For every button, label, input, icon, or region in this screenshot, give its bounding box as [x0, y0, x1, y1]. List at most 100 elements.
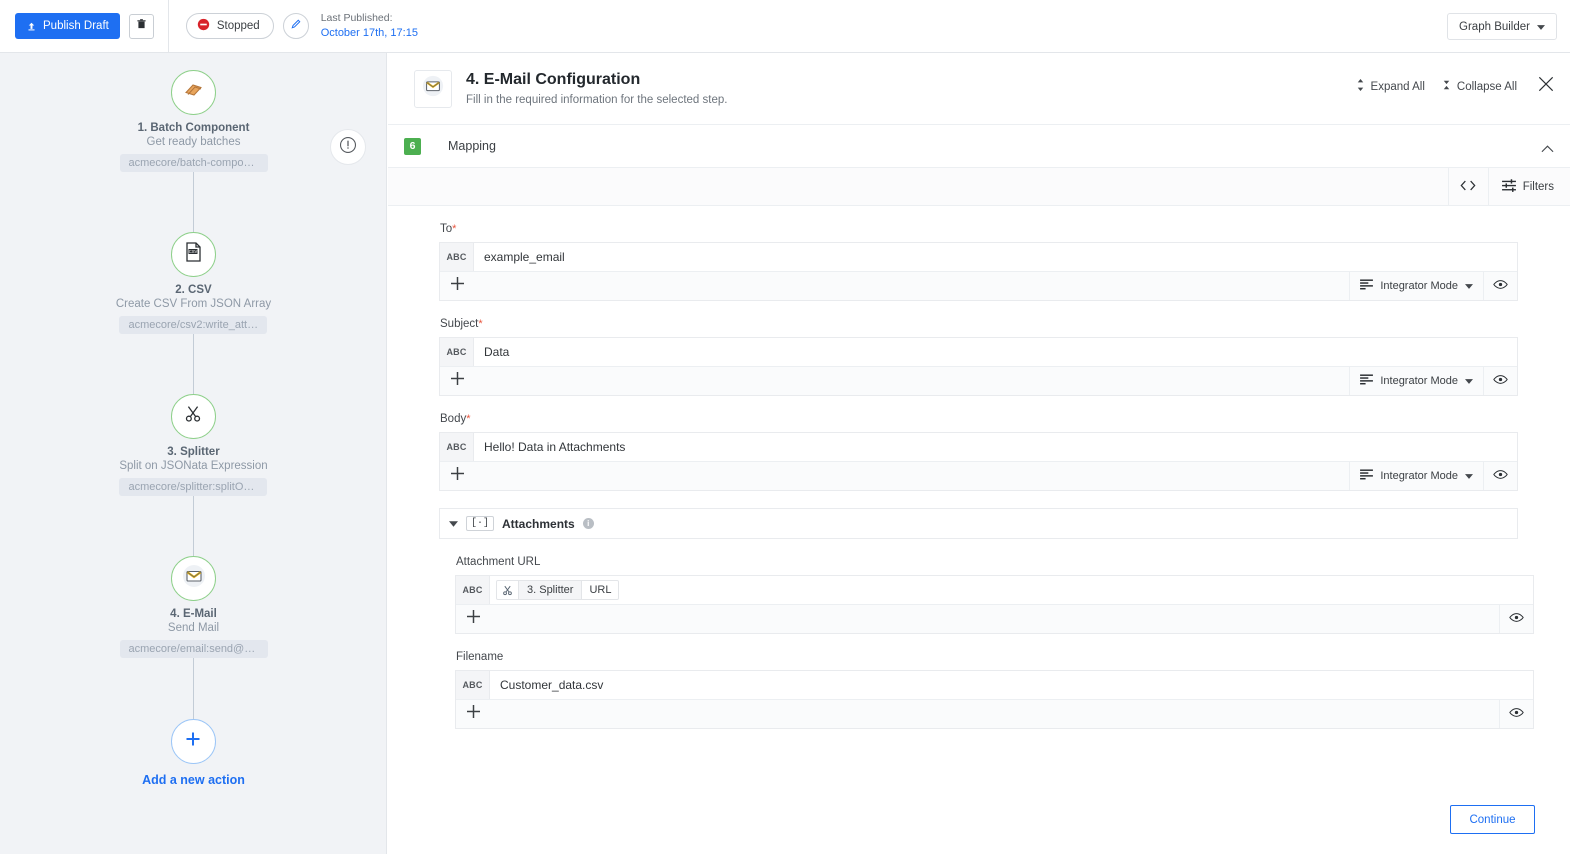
filters-label: Filters	[1522, 180, 1554, 193]
type-badge-abc[interactable]: ABC	[440, 433, 474, 461]
subject-integrator-mode-dropdown[interactable]: Integrator Mode	[1349, 367, 1483, 395]
add-action-label[interactable]: Add a new action	[142, 773, 245, 787]
flow-node-icon-circle[interactable]	[171, 556, 216, 601]
add-subject-value-button[interactable]	[440, 367, 474, 395]
close-panel-button[interactable]	[1534, 76, 1554, 97]
flow-node-splitter[interactable]: 3. Splitter Split on JSONata Expression …	[119, 394, 268, 496]
add-attachment-url-value-button[interactable]	[456, 605, 490, 633]
attachment-url-input[interactable]: 3. Splitter URL	[490, 576, 1533, 604]
panel-step-icon-box	[414, 69, 452, 108]
edit-flow-button[interactable]	[282, 13, 309, 39]
continue-button[interactable]: Continue	[1450, 805, 1535, 834]
type-badge-abc[interactable]: ABC	[456, 671, 490, 699]
status-badge[interactable]: Stopped	[185, 13, 274, 39]
email-icon	[182, 564, 206, 593]
type-badge-abc[interactable]: ABC	[440, 243, 474, 271]
flow-node-title: 3. Splitter	[167, 446, 220, 458]
section-collapse-toggle[interactable]	[1541, 140, 1554, 158]
body-field-label: Body*	[440, 413, 1570, 425]
to-input[interactable]: example_email	[474, 243, 1517, 271]
filename-input[interactable]: Customer_data.csv	[490, 671, 1533, 699]
eye-icon	[1493, 372, 1508, 390]
body-preview-button[interactable]	[1483, 462, 1517, 490]
flow-node-email[interactable]: 4. E-Mail Send Mail acmecore/email:send@…	[119, 556, 268, 658]
chevron-down-icon	[1465, 280, 1473, 292]
chevron-up-icon	[1541, 140, 1554, 157]
eye-icon	[1509, 610, 1524, 628]
attachments-group-header[interactable]: [·] Attachments i	[439, 508, 1518, 539]
subject-field-box: ABC Data Integrator Mode	[439, 337, 1518, 396]
graph-builder-label: Graph Builder	[1459, 20, 1530, 33]
email-icon	[422, 75, 444, 102]
add-body-value-button[interactable]	[440, 462, 474, 490]
sliders-icon	[1501, 178, 1516, 195]
panel-header-actions: Expand All Collapse All	[1356, 76, 1554, 97]
filename-preview-button[interactable]	[1499, 700, 1533, 728]
flow-node-icon-circle[interactable]: CSV	[170, 232, 216, 277]
delete-button[interactable]	[128, 13, 154, 39]
caret-down-icon[interactable]	[449, 520, 458, 527]
collapse-all-label: Collapse All	[1456, 80, 1517, 93]
required-asterisk: *	[452, 223, 457, 235]
publish-draft-button[interactable]: Publish Draft	[15, 13, 120, 39]
configuration-panel: 4. E-Mail Configuration Fill in the requ…	[388, 53, 1570, 854]
flow-node-icon-circle[interactable]	[171, 70, 216, 115]
filters-button[interactable]: Filters	[1487, 168, 1570, 205]
mapping-section-header[interactable]: 6 Mapping	[388, 125, 1570, 168]
subject-label-text: Subject	[440, 318, 479, 330]
flow-node-subtitle: Send Mail	[167, 622, 220, 634]
mapping-mode-icon	[1360, 279, 1374, 293]
section-step-badge: 6	[404, 137, 421, 155]
flow-connector	[192, 496, 195, 556]
flow-node-icon-circle[interactable]	[170, 394, 216, 439]
chevron-down-icon	[1465, 375, 1473, 387]
flow-node-csv[interactable]: CSV 2. CSV Create CSV From JSON Array ac…	[116, 232, 271, 334]
filename-field-box: ABC Customer_data.csv	[455, 670, 1534, 729]
upload-icon	[26, 21, 37, 32]
mapping-chip-splitter[interactable]: 3. Splitter URL	[496, 580, 620, 600]
flow-node-subtitle: Split on JSONata Expression	[119, 460, 268, 472]
add-new-action[interactable]: Add a new action	[142, 719, 245, 787]
batch-component-icon	[182, 78, 206, 107]
add-action-button[interactable]	[170, 719, 216, 764]
flow-node-component-id: acmecore/email:send@02e...	[119, 640, 268, 658]
csv-file-icon: CSV	[181, 240, 205, 269]
to-preview-button[interactable]	[1483, 272, 1517, 300]
flow-node-subtitle: Create CSV From JSON Array	[115, 298, 272, 310]
scissors-icon	[497, 581, 519, 599]
field-actions-row: Integrator Mode	[440, 366, 1517, 395]
scissors-icon	[182, 403, 204, 430]
field-row-spacer	[490, 605, 1499, 633]
subject-input[interactable]: Data	[474, 338, 1517, 366]
body-label-text: Body	[440, 413, 467, 425]
required-asterisk: *	[466, 413, 471, 425]
last-published-label: Last Published:	[320, 12, 393, 25]
publish-draft-label: Publish Draft	[43, 20, 109, 32]
close-icon	[1538, 76, 1554, 96]
flow-node-list: 1. Batch Component Get ready batches acm…	[0, 53, 386, 787]
field-row-spacer	[474, 272, 1349, 300]
attachment-url-preview-button[interactable]	[1499, 605, 1533, 633]
body-integrator-mode-dropdown[interactable]: Integrator Mode	[1349, 462, 1483, 490]
field-value-row: ABC example_email	[440, 243, 1517, 271]
expand-all-button[interactable]: Expand All	[1356, 79, 1425, 94]
info-icon[interactable]: i	[582, 518, 594, 529]
add-filename-value-button[interactable]	[456, 700, 490, 728]
add-to-value-button[interactable]	[440, 272, 474, 300]
collapse-all-button[interactable]: Collapse All	[1442, 79, 1517, 94]
eye-icon	[1493, 467, 1508, 485]
graph-builder-dropdown[interactable]: Graph Builder	[1447, 13, 1557, 40]
attachments-label: Attachments	[502, 516, 575, 531]
type-badge-abc[interactable]: ABC	[456, 576, 490, 604]
mapping-form: To* ABC example_email Integrator Mode Su…	[388, 206, 1570, 729]
plus-icon	[183, 729, 203, 754]
type-badge-abc[interactable]: ABC	[440, 338, 474, 366]
last-published-date[interactable]: October 17th, 17:15	[321, 26, 418, 41]
to-integrator-mode-dropdown[interactable]: Integrator Mode	[1349, 272, 1483, 300]
field-row-spacer	[474, 462, 1349, 490]
body-input[interactable]: Hello! Data in Attachments	[474, 433, 1517, 461]
code-view-button[interactable]	[1447, 168, 1488, 205]
subject-preview-button[interactable]	[1483, 367, 1517, 395]
flow-node-batch-component[interactable]: 1. Batch Component Get ready batches acm…	[119, 70, 268, 172]
to-label-text: To	[440, 223, 453, 235]
